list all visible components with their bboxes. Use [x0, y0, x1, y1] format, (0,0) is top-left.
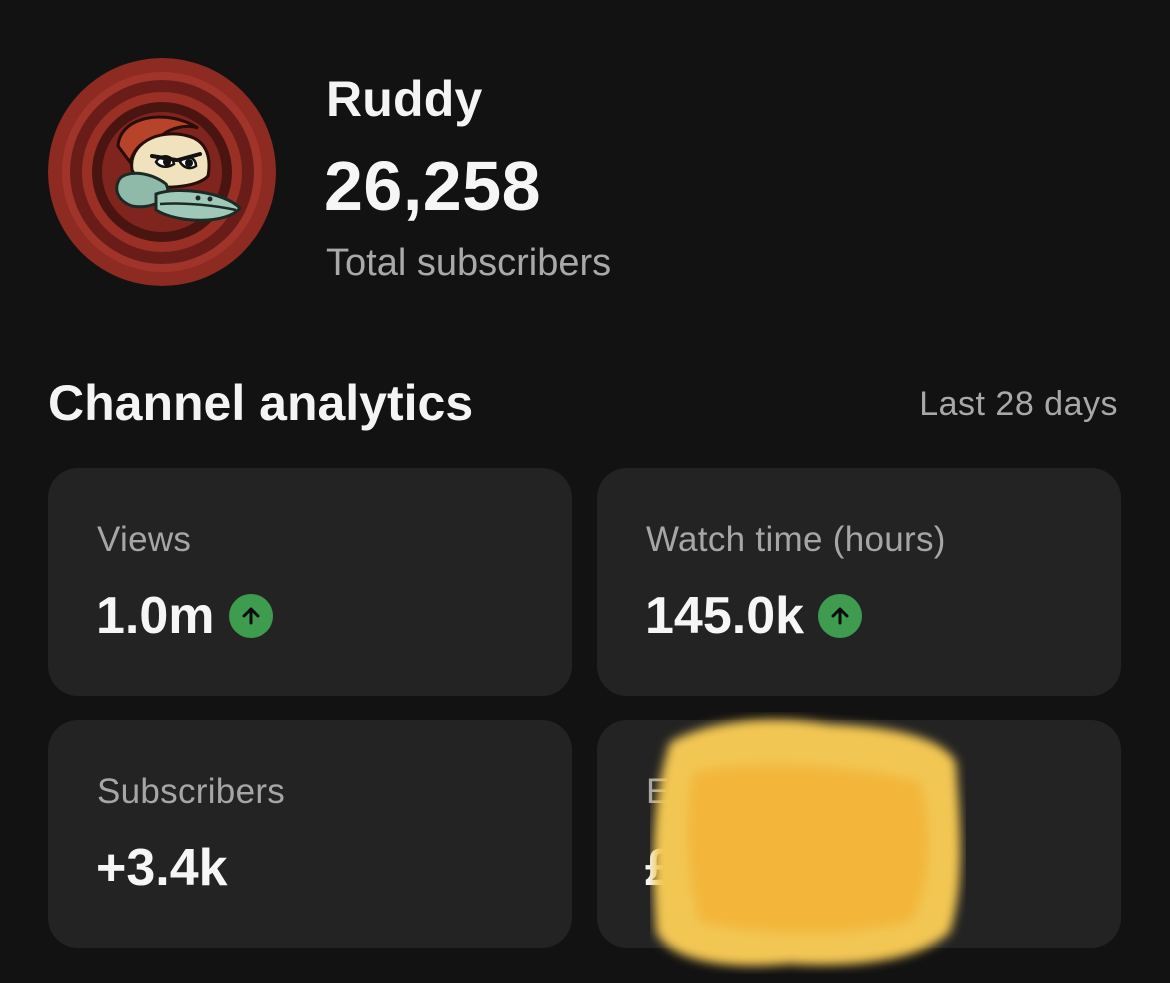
views-label: Views	[97, 520, 192, 559]
watch-time-label: Watch time (hours)	[646, 520, 946, 559]
watch-time-value-row: 145.0k	[645, 586, 863, 646]
channel-analytics-title: Channel analytics	[48, 375, 474, 431]
trend-up-icon	[228, 594, 273, 638]
views-card[interactable]: Views 1.0m	[48, 468, 572, 696]
watch-time-value: 145.0k	[645, 587, 805, 645]
trend-up-icon	[818, 594, 863, 638]
subscribers-value-row: +3.4k	[96, 838, 228, 898]
views-value-row: 1.0m	[96, 586, 273, 646]
channel-avatar[interactable]	[48, 58, 276, 286]
date-range-label[interactable]: Last 28 days	[919, 385, 1118, 424]
channel-header: Ruddy 26,258 Total subscribers	[48, 58, 1118, 298]
subscribers-value: +3.4k	[96, 839, 228, 897]
duck-avatar-image	[48, 58, 276, 286]
subscribers-card[interactable]: Subscribers +3.4k	[48, 720, 572, 948]
views-value: 1.0m	[96, 587, 215, 645]
redaction-overlay	[650, 712, 966, 974]
watch-time-card[interactable]: Watch time (hours) 145.0k	[597, 468, 1121, 696]
total-subscribers-caption: Total subscribers	[326, 242, 612, 284]
subscribers-label: Subscribers	[97, 772, 286, 811]
channel-name: Ruddy	[326, 71, 483, 127]
total-subscriber-count: 26,258	[324, 147, 542, 225]
